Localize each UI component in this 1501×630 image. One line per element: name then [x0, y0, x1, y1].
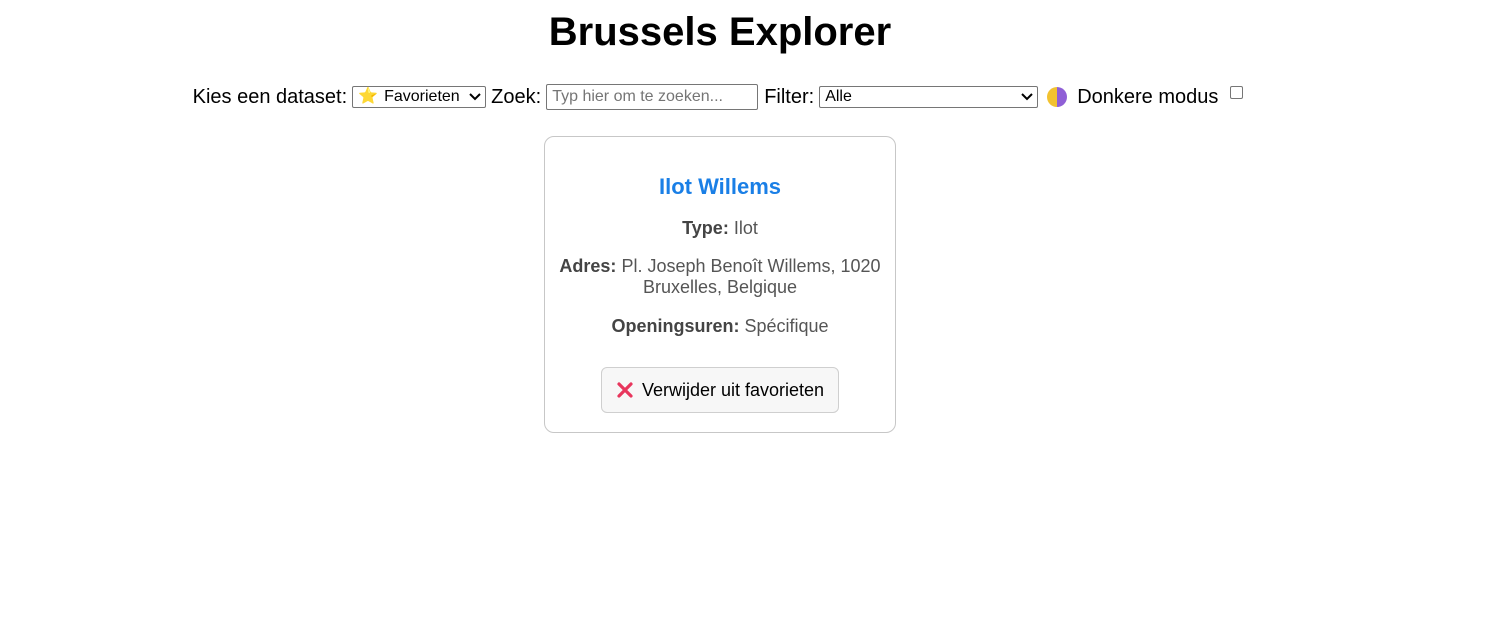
remove-favorite-button[interactable]: Verwijder uit favorieten: [601, 367, 839, 413]
card-hours-label: Openingsuren:: [611, 316, 740, 336]
cross-icon: [617, 382, 633, 398]
controls-bar: Kies een dataset: ⭐ Favorieten Zoek: Fil…: [0, 82, 1436, 112]
star-icon: ⭐: [358, 88, 379, 105]
search-input[interactable]: [546, 84, 759, 110]
place-card: Ilot Willems Type: Ilot Adres: Pl. Josep…: [544, 136, 896, 433]
filter-label: Filter:: [764, 85, 815, 108]
dataset-label: Kies een dataset:: [192, 85, 348, 108]
filter-selected-value: Alle: [825, 88, 852, 105]
card-type-label: Type:: [682, 218, 729, 238]
card-address-value: Pl. Joseph Benoît Willems, 1020 Bruxelle…: [621, 256, 881, 297]
card-type: Type: Ilot: [559, 218, 881, 239]
card-address-label: Adres:: [559, 256, 617, 276]
dataset-select[interactable]: ⭐ Favorieten: [352, 86, 487, 108]
page-title: Brussels Explorer: [548, 10, 892, 54]
card-title: Ilot Willems: [658, 174, 782, 199]
filter-select[interactable]: Alle: [819, 86, 1039, 108]
dark-mode-label: Donkere modus: [1077, 85, 1219, 108]
chevron-down-icon: [469, 93, 481, 101]
remove-favorite-label: Verwijder uit favorieten: [641, 379, 825, 400]
search-label: Zoek:: [491, 85, 542, 108]
dataset-selected-value: Favorieten: [384, 88, 460, 105]
card-address: Adres: Pl. Joseph Benoît Willems, 1020 B…: [559, 256, 881, 298]
dark-mode-checkbox[interactable]: [1230, 85, 1244, 99]
card-hours-value: Spécifique: [744, 316, 829, 336]
card-type-value: Ilot: [733, 218, 758, 238]
half-moon-icon: [1047, 87, 1068, 107]
chevron-down-icon: [1021, 93, 1033, 101]
card-hours: Openingsuren: Spécifique: [559, 316, 881, 337]
